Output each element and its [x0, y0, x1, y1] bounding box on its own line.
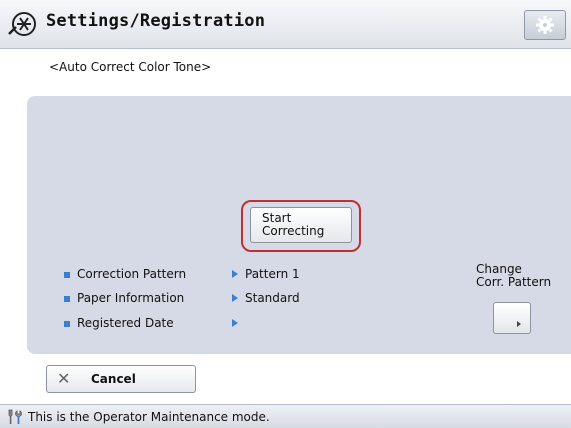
bullet-icon [64, 296, 70, 302]
gear-icon [536, 16, 554, 34]
info-value: Pattern 1 [245, 267, 300, 281]
start-correcting-button[interactable]: Start Correcting [250, 207, 352, 243]
arrow-right-icon [232, 319, 238, 327]
status-bar: This is the Operator Maintenance mode. [0, 404, 571, 428]
screen-subtitle: <Auto Correct Color Tone> [49, 60, 212, 74]
settings-button[interactable] [524, 10, 566, 40]
arrow-right-icon [517, 321, 521, 327]
status-message: This is the Operator Maintenance mode. [28, 410, 270, 424]
info-label: Correction Pattern [77, 267, 187, 281]
page-title: Settings/Registration [46, 11, 266, 31]
start-correcting-label: Start Correcting [262, 211, 325, 238]
bullet-icon [64, 321, 70, 327]
tools-icon [8, 409, 22, 424]
arrow-right-icon [232, 294, 238, 302]
title-bar: Settings/Registration [0, 0, 571, 49]
arrow-right-icon [232, 270, 238, 278]
info-label: Registered Date [77, 316, 174, 330]
info-value: Standard [245, 291, 300, 305]
info-label: Paper Information [77, 291, 185, 305]
settings-wrench-icon [8, 12, 36, 36]
bullet-icon [64, 272, 70, 278]
change-pattern-button[interactable] [493, 302, 531, 334]
cancel-label: Cancel [91, 372, 136, 386]
close-icon: ✕ [57, 369, 71, 388]
cancel-button[interactable]: ✕ Cancel [46, 365, 196, 393]
change-pattern-label: Change Corr. Pattern [476, 262, 552, 289]
